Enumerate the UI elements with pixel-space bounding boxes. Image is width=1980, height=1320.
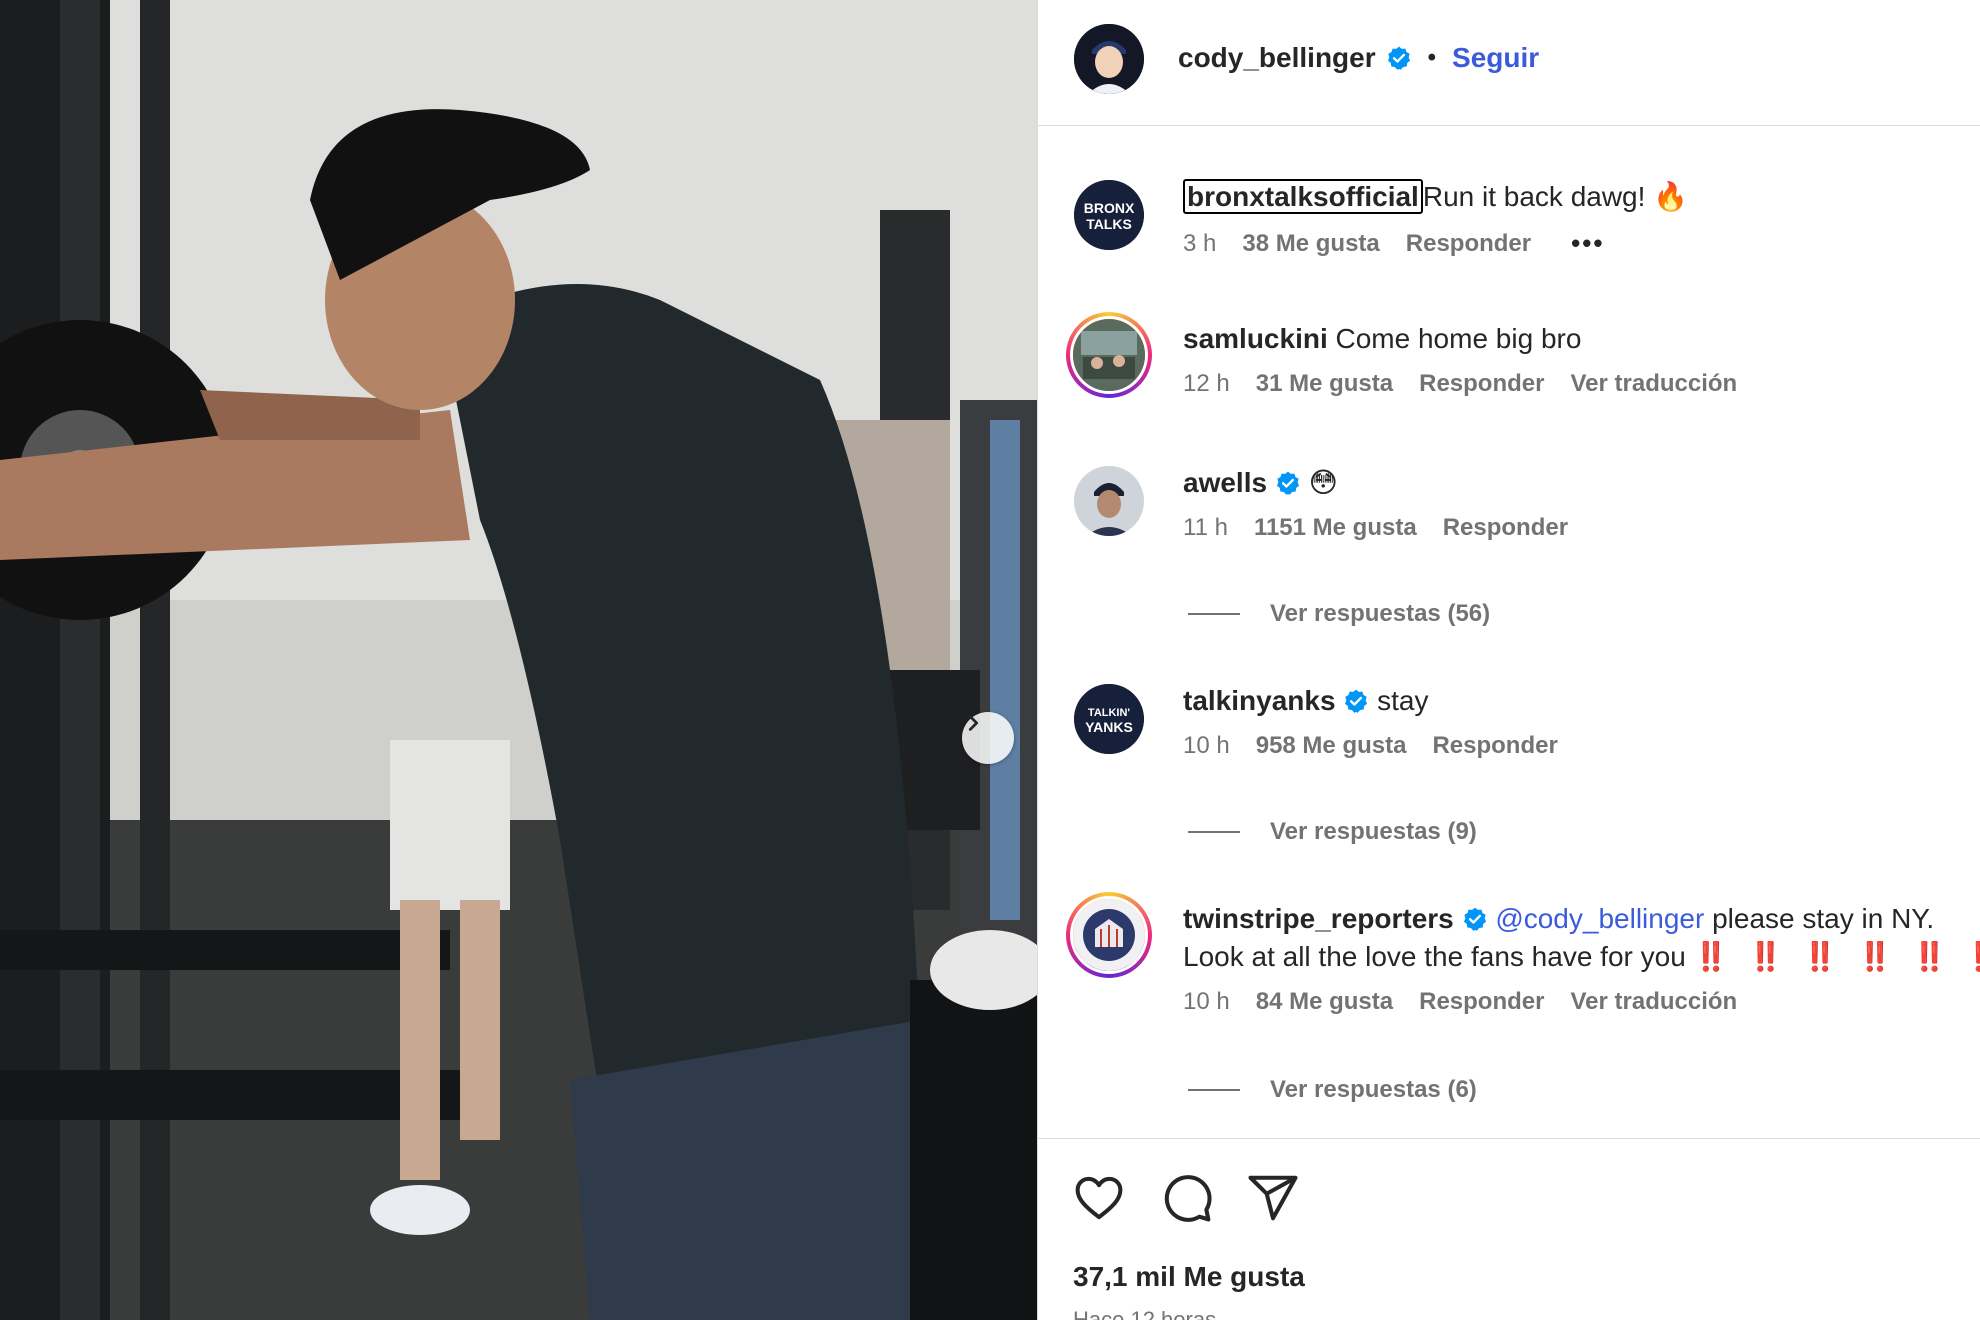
comment-body: samluckini Come home big bro 12 h 31 Me … [1183,320,1973,398]
view-replies-label: Ver respuestas (56) [1270,600,1491,627]
replies-line [1188,1089,1240,1091]
comment-time: 10 h [1183,988,1230,1015]
player-photo-icon [1074,466,1144,536]
verified-badge-icon [1345,689,1368,713]
comment-line-2: Look at all the love the fans have for y… [1183,938,1980,976]
share-icon[interactable] [1246,1171,1300,1225]
replies-line [1188,831,1240,833]
replies-line [1188,613,1240,615]
avatar-photo [1070,896,1148,974]
commenter-avatar-story[interactable] [1066,312,1152,398]
next-photo-button[interactable] [962,712,1014,764]
logo-text-line2: YANKS [1085,719,1133,735]
cartoon-avatar-icon [1074,24,1144,94]
more-options-icon[interactable]: ••• [1571,228,1604,259]
comment-body: bronxtalksofficial Run it back dawg! 🔥 3 … [1183,178,1973,259]
post-actions: 37,1 mil Me gusta Hace 12 horas [1038,1138,1980,1320]
comment-meta: 10 h 84 Me gusta Responder Ver traducció… [1183,988,1973,1016]
verified-badge-icon [1276,471,1299,495]
view-replies-button[interactable]: Ver respuestas (9) [1188,818,1477,846]
reply-button[interactable]: Responder [1406,230,1531,258]
comment-username[interactable]: talkinyanks [1183,685,1336,716]
verified-badge-icon [1387,46,1410,70]
reply-button[interactable]: Responder [1419,988,1544,1016]
group-photo-icon [1073,319,1145,391]
comment-meta: 11 h 1151 Me gusta Responder [1183,514,1973,542]
comment-time: 3 h [1183,229,1217,257]
commenter-avatar[interactable]: TALKIN' YANKS [1074,684,1144,754]
comment-meta: 12 h 31 Me gusta Responder Ver traducció… [1183,370,1973,398]
commenter-avatar[interactable]: BRONX TALKS [1074,180,1144,250]
comment-text: Come home big bro [1335,323,1582,354]
commenter-avatar-story[interactable] [1066,892,1152,978]
comment-body: awells 😳 11 h 1151 Me gusta Responder [1183,464,1973,542]
comment-username[interactable]: bronxtalksofficial [1183,179,1423,214]
commenter-avatar[interactable] [1074,466,1144,536]
view-replies-button[interactable]: Ver respuestas (6) [1188,1076,1477,1104]
comment-likes[interactable]: 38 Me gusta [1242,230,1379,258]
talkin-yanks-logo-icon: TALKIN' YANKS [1074,684,1144,754]
comment-meta: 3 h 38 Me gusta Responder ••• [1183,228,1973,259]
bronx-talks-logo-icon: BRONX TALKS [1074,180,1144,250]
comment-icon[interactable] [1160,1171,1214,1225]
logo-text-line2: TALKS [1086,216,1132,232]
comment-body: twinstripe_reporters @cody_bellinger ple… [1183,900,1980,1016]
fire-emoji: 🔥 [1653,181,1689,212]
view-replies-label: Ver respuestas (6) [1270,1076,1477,1103]
comment-text-continued: Look at all the love the fans have for y… [1183,941,1686,972]
comment-meta: 10 h 958 Me gusta Responder [1183,732,1973,760]
view-replies-label: Ver respuestas (9) [1270,818,1477,845]
author-row: cody_bellinger • Seguir [1178,42,1539,74]
comment-line: bronxtalksofficial Run it back dawg! 🔥 [1183,178,1973,216]
comment-likes[interactable]: 84 Me gusta [1256,988,1393,1016]
comment-line: awells 😳 [1183,464,1973,502]
translate-button[interactable]: Ver traducción [1570,370,1737,398]
chevron-right-icon [968,715,979,731]
comment-body: talkinyanks stay 10 h 958 Me gusta Respo… [1183,682,1973,760]
comment-likes[interactable]: 958 Me gusta [1256,732,1407,760]
comment-line: samluckini Come home big bro [1183,320,1973,358]
post-photo[interactable] [0,0,1037,1320]
comment-username[interactable]: twinstripe_reporters [1183,903,1454,934]
heart-icon[interactable] [1072,1171,1126,1225]
author-username[interactable]: cody_bellinger [1178,42,1376,74]
comments-list[interactable]: BRONX TALKS bronxtalksofficial Run it bac… [1038,126,1980,1138]
post-detail-panel: cody_bellinger • Seguir BRONX TALKS bron… [1038,0,1980,1320]
comment-text: Run it back dawg! [1422,181,1646,212]
logo-text-line1: BRONX [1084,200,1135,216]
mention-link[interactable]: @cody_bellinger [1495,903,1704,934]
author-avatar[interactable] [1074,24,1144,94]
comment-text: please stay in NY. [1712,903,1935,934]
exclamation-emojis: ‼️ ‼️ ‼️ ‼️ ‼️ ‼️ [1693,941,1980,972]
comment-text: stay [1377,685,1429,716]
post-header: cody_bellinger • Seguir [1038,0,1980,126]
comment-username[interactable]: samluckini [1183,323,1328,354]
comment-likes[interactable]: 31 Me gusta [1256,370,1393,398]
comment-time: 10 h [1183,732,1230,759]
comment-username[interactable]: awells [1183,467,1267,498]
flushed-emoji: 😳 [1308,467,1338,498]
separator-dot: • [1427,44,1437,71]
reply-button[interactable]: Responder [1432,732,1557,760]
gym-photo-illustration [0,0,1037,1320]
reply-button[interactable]: Responder [1443,514,1568,542]
pinstripe-logo-icon [1073,899,1145,971]
likes-count[interactable]: 37,1 mil Me gusta [1073,1261,1305,1293]
reply-button[interactable]: Responder [1419,370,1544,398]
verified-badge-icon [1463,907,1486,931]
comment-line: talkinyanks stay [1183,682,1973,720]
comment-likes[interactable]: 1151 Me gusta [1254,514,1417,542]
comment-line: twinstripe_reporters @cody_bellinger ple… [1183,900,1973,938]
post-time-ago: Hace 12 horas [1073,1307,1217,1320]
comment-time: 12 h [1183,370,1230,397]
translate-button[interactable]: Ver traducción [1570,988,1737,1016]
comment-time: 11 h [1183,514,1228,541]
avatar-photo [1070,316,1148,394]
logo-text-line1: TALKIN' [1088,707,1131,719]
view-replies-button[interactable]: Ver respuestas (56) [1188,600,1490,628]
follow-button[interactable]: Seguir [1452,42,1539,74]
